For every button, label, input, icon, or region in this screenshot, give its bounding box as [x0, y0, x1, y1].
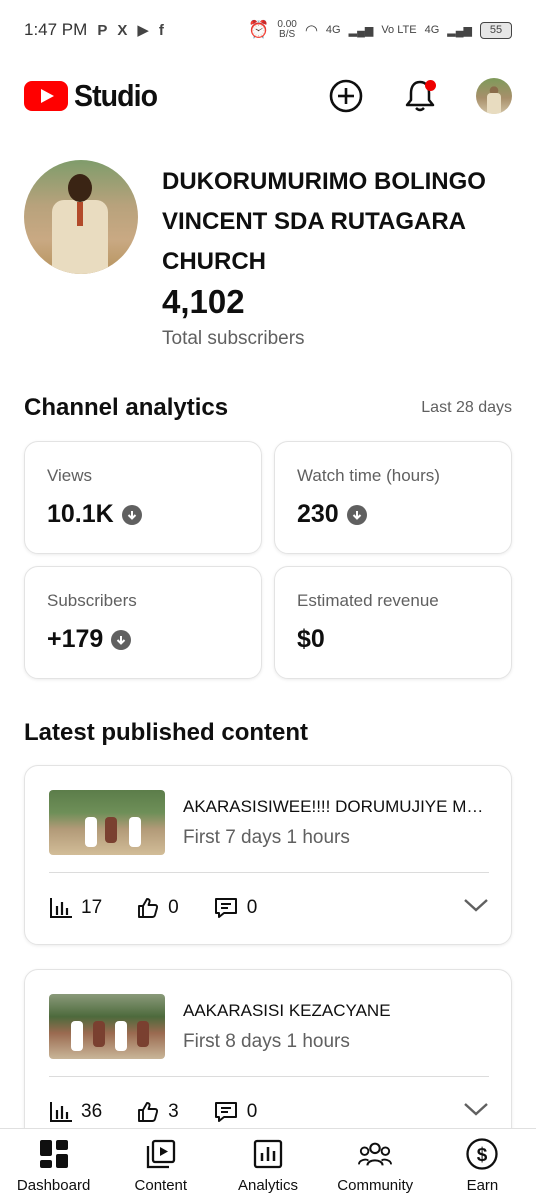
studio-logo[interactable]: Studio — [24, 78, 164, 114]
chevron-down-icon[interactable] — [463, 1101, 489, 1123]
app-header: Studio — [24, 66, 512, 126]
battery-icon: 55 — [480, 21, 512, 39]
status-bar: 1:47 PM P X ▶ f ⏰ 0.00 B/S ◠ 4G ▂▄▆ Vo L… — [0, 0, 536, 60]
analytics-header: Channel analytics Last 28 days — [24, 394, 512, 422]
nav-label: Community — [337, 1177, 414, 1194]
nav-earn[interactable]: $ Earn — [429, 1129, 536, 1200]
nav-label: Analytics — [237, 1177, 299, 1194]
card-value: 230 — [297, 500, 339, 528]
likes-stat: 3 — [136, 1100, 179, 1124]
p-notification-icon: P — [97, 21, 108, 39]
facebook-notification-icon: f — [158, 21, 164, 39]
down-arrow-icon — [121, 504, 142, 525]
signal-icon-2: ▂▄▆ — [447, 24, 472, 37]
wifi-icon: ◠ — [304, 22, 318, 39]
nav-community[interactable]: Community — [322, 1129, 429, 1200]
video-title[interactable]: AKARASISIWEE!!!! DORUMUJIYE MUNKAMBI!!! — [183, 797, 488, 817]
net-speed: 0.00 B/S — [277, 19, 297, 40]
nav-label: Earn — [466, 1177, 499, 1194]
card-label: Watch time (hours) — [297, 466, 440, 485]
bar-chart-icon — [50, 898, 72, 918]
channel-name: DUKORUMURIMO BOLINGO VINCENT SDA RUTAGAR… — [162, 168, 486, 275]
views-stat: 36 — [49, 1101, 102, 1123]
community-icon — [358, 1137, 393, 1171]
network-4g-label: 4G — [325, 24, 341, 36]
youtube-logo-icon — [24, 81, 68, 111]
latest-content-title: Latest published content — [24, 719, 309, 746]
bar-chart-icon — [50, 1102, 72, 1122]
create-icon[interactable] — [328, 78, 364, 114]
card-value: +179 — [47, 625, 104, 653]
revenue-card[interactable]: Estimated revenue $0 — [274, 566, 512, 679]
likes-stat: 0 — [136, 896, 179, 920]
volte-label: Vo LTE — [381, 24, 417, 36]
chevron-down-icon[interactable] — [463, 897, 489, 919]
video-subtitle: First 7 days 1 hours — [183, 827, 350, 848]
alarm-icon: ⏰ — [248, 20, 270, 39]
channel-header: DUKORUMURIMO BOLINGO VINCENT SDA RUTAGAR… — [24, 160, 512, 350]
youtube-notification-icon: ▶ — [137, 22, 149, 39]
card-label: Views — [47, 466, 93, 485]
video-subtitle: First 8 days 1 hours — [183, 1031, 350, 1052]
card-value: 10.1K — [47, 500, 114, 528]
views-card[interactable]: Views 10.1K — [24, 441, 262, 554]
nav-dashboard[interactable]: Dashboard — [0, 1129, 107, 1200]
nav-analytics[interactable]: Analytics — [214, 1129, 321, 1200]
like-icon — [138, 1102, 159, 1122]
card-label: Estimated revenue — [297, 591, 439, 610]
analytics-icon — [251, 1137, 285, 1171]
dashboard-icon — [37, 1137, 71, 1171]
logo-text: Studio — [74, 78, 158, 113]
comments-stat: 0 — [213, 1100, 257, 1124]
views-stat: 17 — [49, 897, 102, 919]
x-notification-icon: X — [117, 21, 128, 39]
video-thumbnail[interactable] — [49, 994, 165, 1059]
signal-icon: ▂▄▆ — [348, 24, 374, 37]
divider — [49, 1076, 489, 1077]
analytics-title: Channel analytics — [24, 394, 229, 421]
content-icon — [144, 1137, 178, 1171]
nav-content[interactable]: Content — [107, 1129, 214, 1200]
analytics-period[interactable]: Last 28 days — [421, 399, 512, 417]
comments-stat: 0 — [213, 896, 257, 920]
divider — [49, 872, 489, 873]
network-4g-label-2: 4G — [424, 24, 440, 36]
clock: 1:47 PM — [24, 20, 88, 39]
subscriber-label: Total subscribers — [162, 328, 305, 349]
subscribers-card[interactable]: Subscribers +179 — [24, 566, 262, 679]
like-icon — [138, 898, 159, 918]
card-value: $0 — [297, 625, 325, 653]
earn-icon: $ — [465, 1137, 499, 1171]
down-arrow-icon — [111, 629, 132, 650]
latest-content-header: Latest published content — [24, 719, 512, 747]
comment-icon — [214, 898, 237, 918]
account-avatar[interactable] — [476, 78, 512, 114]
nav-label: Dashboard — [16, 1177, 91, 1194]
watch-time-card[interactable]: Watch time (hours) 230 — [274, 441, 512, 554]
down-arrow-icon — [346, 504, 367, 525]
svg-text:$: $ — [477, 1145, 488, 1166]
comment-icon — [214, 1102, 237, 1122]
subscriber-count: 4,102 — [162, 283, 245, 320]
bottom-nav: Dashboard Content Analytics Community $ … — [0, 1128, 536, 1200]
card-label: Subscribers — [47, 591, 137, 610]
notifications-icon[interactable] — [402, 78, 438, 114]
video-card[interactable]: AAKARASISI KEZACYANE First 8 days 1 hour… — [24, 969, 512, 1149]
notification-dot — [425, 80, 436, 91]
analytics-cards: Views 10.1K Watch time (hours) 230 Subsc… — [24, 441, 512, 679]
video-thumbnail[interactable] — [49, 790, 165, 855]
channel-avatar — [24, 160, 138, 274]
nav-label: Content — [134, 1177, 188, 1194]
video-card[interactable]: AKARASISIWEE!!!! DORUMUJIYE MUNKAMBI!!! … — [24, 765, 512, 945]
video-title[interactable]: AAKARASISI KEZACYANE — [183, 1001, 488, 1021]
